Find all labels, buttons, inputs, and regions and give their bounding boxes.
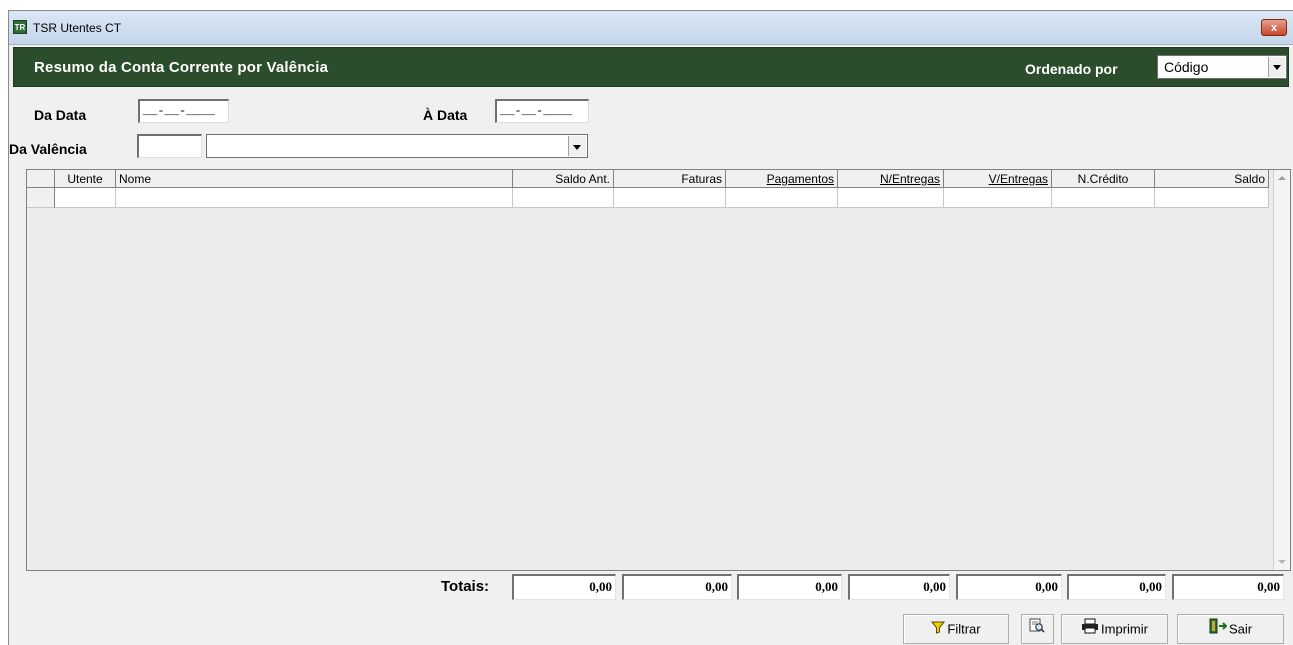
total-n-entregas: 0,00 bbox=[848, 574, 950, 600]
title-bar: TR TSR Utentes CT x bbox=[9, 11, 1293, 45]
exit-button-label: Sair bbox=[1228, 621, 1253, 637]
filter-button[interactable]: Filtrar bbox=[903, 614, 1009, 644]
cell-pagamentos[interactable] bbox=[726, 188, 838, 208]
print-button-label: Imprimir bbox=[1101, 621, 1148, 637]
valencia-code-field[interactable] bbox=[137, 134, 202, 158]
data-grid[interactable]: Utente Nome Saldo Ant. Faturas Pagamento… bbox=[26, 169, 1291, 571]
column-header-v-entregas[interactable]: V/Entregas bbox=[944, 170, 1052, 188]
cell-saldo[interactable] bbox=[1155, 188, 1269, 208]
order-by-select[interactable]: Código bbox=[1157, 55, 1287, 79]
valencia-name-combo[interactable] bbox=[206, 134, 588, 158]
cell-nome[interactable] bbox=[116, 188, 513, 208]
to-date-label: À Data bbox=[423, 107, 468, 123]
window-title: TSR Utentes CT bbox=[33, 21, 122, 35]
column-header-saldo-ant[interactable]: Saldo Ant. bbox=[513, 170, 614, 188]
from-date-field[interactable]: __-__-____ bbox=[138, 99, 229, 123]
vertical-scrollbar[interactable] bbox=[1273, 170, 1290, 570]
column-header-nome[interactable]: Nome bbox=[116, 170, 513, 188]
scroll-up-icon[interactable] bbox=[1275, 170, 1289, 186]
from-date-label: Da Data bbox=[34, 107, 87, 123]
close-icon: x bbox=[1270, 22, 1278, 34]
column-header-pagamentos[interactable]: Pagamentos bbox=[726, 170, 838, 188]
order-by-value: Código bbox=[1164, 59, 1209, 75]
cell-v-entregas[interactable] bbox=[944, 188, 1052, 208]
printer-icon bbox=[1081, 616, 1099, 644]
column-header-indicator bbox=[27, 170, 55, 188]
chevron-down-icon[interactable] bbox=[1268, 57, 1285, 77]
grid-header: Utente Nome Saldo Ant. Faturas Pagamento… bbox=[27, 170, 1269, 188]
report-header: Resumo da Conta Corrente por Valência Or… bbox=[13, 47, 1289, 87]
column-header-n-entregas[interactable]: N/Entregas bbox=[838, 170, 944, 188]
column-header-utente[interactable]: Utente bbox=[55, 170, 116, 188]
preview-button[interactable] bbox=[1021, 614, 1054, 644]
total-saldo-ant: 0,00 bbox=[512, 574, 616, 600]
column-header-n-credito[interactable]: N.Crédito bbox=[1052, 170, 1155, 188]
valencia-label: Da Valência bbox=[9, 141, 87, 157]
total-v-entregas: 0,00 bbox=[956, 574, 1062, 600]
order-by-label: Ordenado por bbox=[1025, 61, 1118, 77]
total-faturas: 0,00 bbox=[622, 574, 732, 600]
app-icon: TR bbox=[13, 20, 27, 34]
cell-utente[interactable] bbox=[55, 188, 116, 208]
filter-button-label: Filtrar bbox=[947, 621, 981, 637]
print-button[interactable]: Imprimir bbox=[1061, 614, 1168, 644]
column-header-faturas[interactable]: Faturas bbox=[614, 170, 726, 188]
total-pagamentos: 0,00 bbox=[737, 574, 842, 600]
scroll-down-icon[interactable] bbox=[1275, 554, 1289, 570]
exit-door-icon bbox=[1209, 616, 1228, 644]
cell-n-entregas[interactable] bbox=[838, 188, 944, 208]
funnel-icon bbox=[931, 616, 946, 644]
to-date-field[interactable]: __-__-____ bbox=[495, 99, 589, 123]
total-n-credito: 0,00 bbox=[1067, 574, 1166, 600]
print-preview-icon bbox=[1028, 616, 1046, 644]
report-title: Resumo da Conta Corrente por Valência bbox=[34, 59, 329, 76]
total-saldo: 0,00 bbox=[1172, 574, 1284, 600]
cell-n-credito[interactable] bbox=[1052, 188, 1155, 208]
exit-button[interactable]: Sair bbox=[1177, 614, 1284, 644]
cell-saldo-ant[interactable] bbox=[513, 188, 614, 208]
chevron-down-icon[interactable] bbox=[568, 136, 586, 156]
table-row[interactable] bbox=[27, 188, 1269, 208]
totals-label: Totais: bbox=[441, 578, 490, 595]
cell-faturas[interactable] bbox=[614, 188, 726, 208]
close-button[interactable]: x bbox=[1261, 19, 1287, 36]
column-header-saldo[interactable]: Saldo bbox=[1155, 170, 1269, 188]
row-indicator[interactable] bbox=[27, 188, 55, 208]
main-window: TR TSR Utentes CT x Resumo da Conta Corr… bbox=[8, 10, 1293, 645]
